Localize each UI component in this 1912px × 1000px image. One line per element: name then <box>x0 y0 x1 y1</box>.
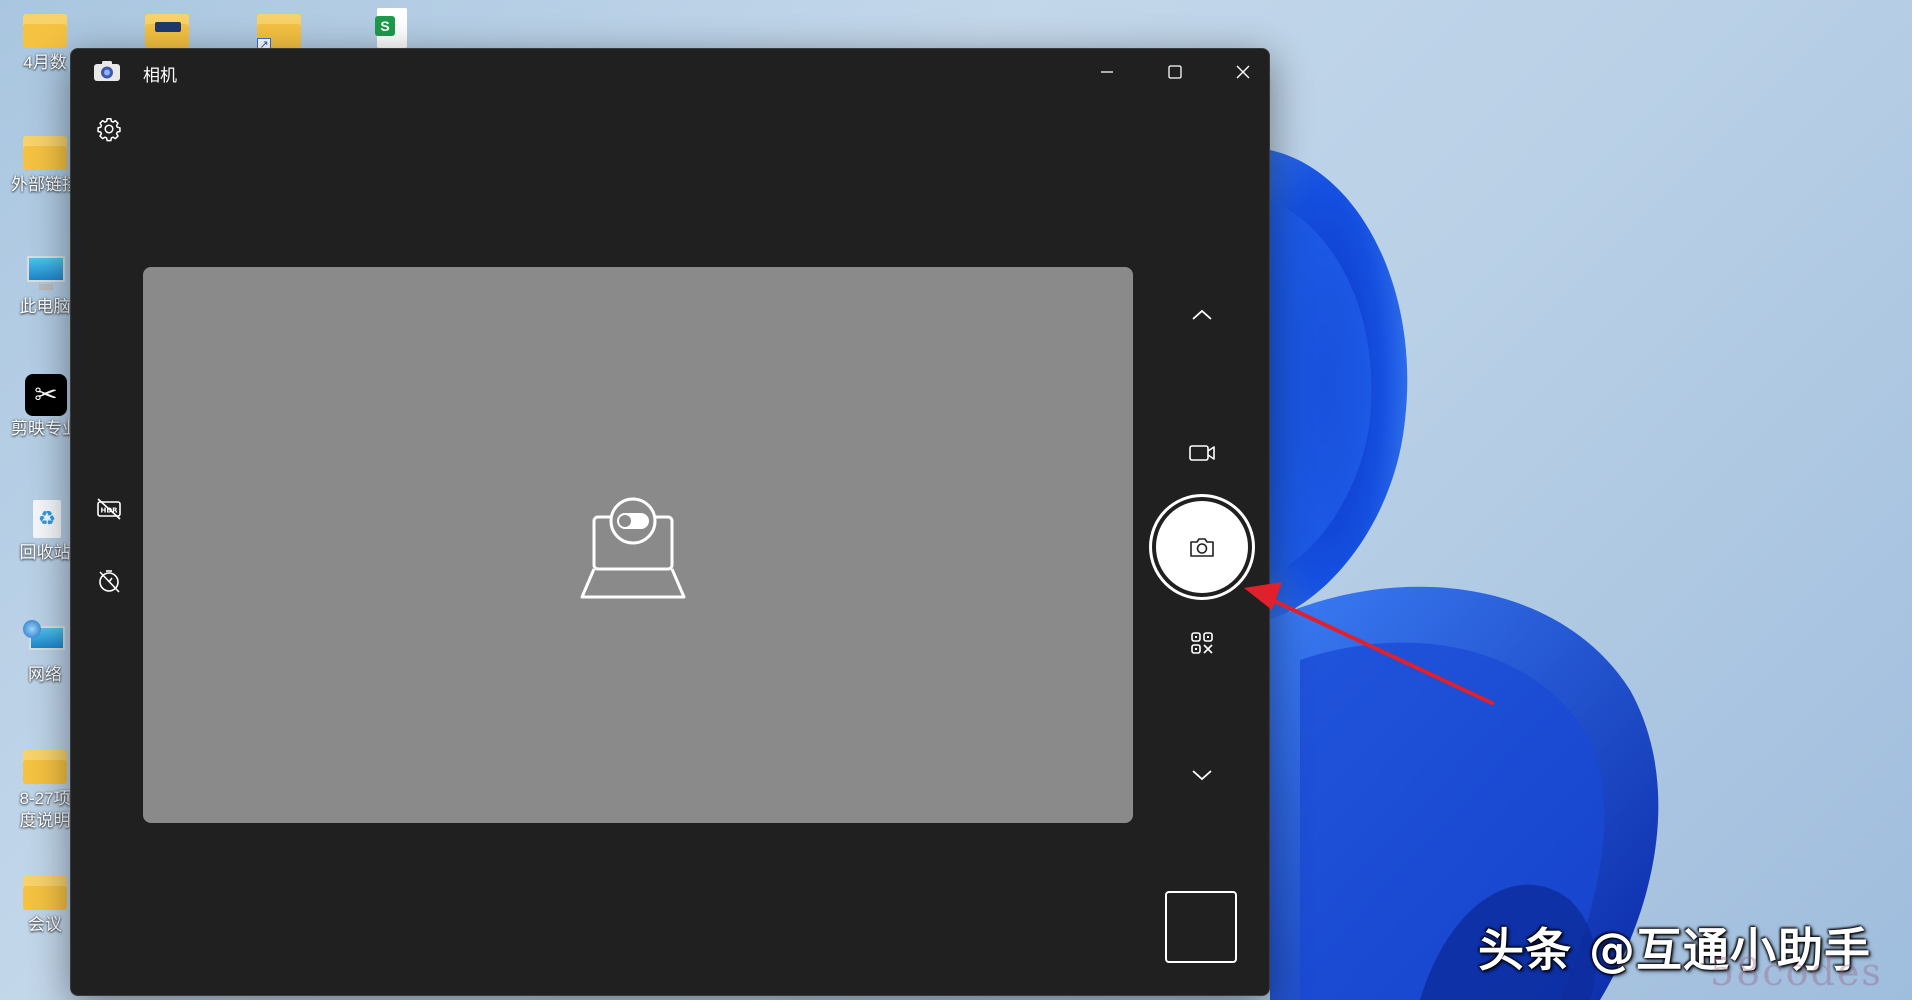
watermark-subtext: 58codes <box>1710 950 1883 994</box>
annotation-arrow <box>1244 582 1495 706</box>
